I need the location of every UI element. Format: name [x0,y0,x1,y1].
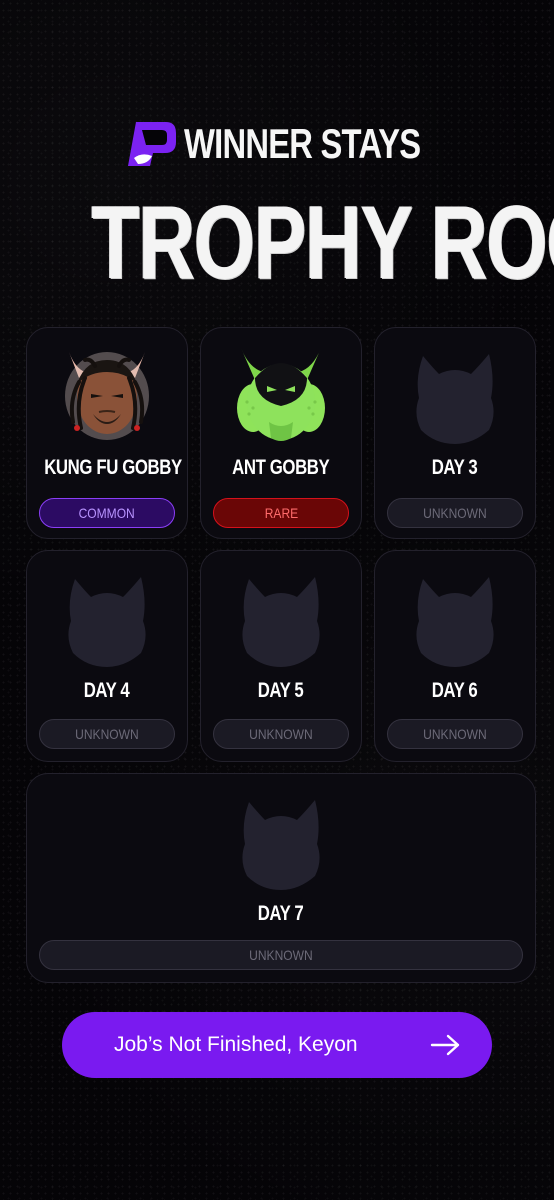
trophy-card[interactable]: DAY 7 UNKNOWN [26,773,536,983]
trophy-name: DAY 6 [432,679,478,702]
trophy-name: DAY 7 [258,902,304,925]
rarity-badge: UNKNOWN [39,719,175,749]
page-title: TROPHY ROOM [91,185,554,301]
rarity-badge: UNKNOWN [387,719,523,749]
p-logo-icon [128,122,177,166]
trophy-room-screen: WINNER STAYS TROPHY ROOM KUNG FU GOBBY CO… [0,0,554,1200]
brand-header: WINNER STAYS [0,116,554,172]
trophy-card[interactable]: KUNG FU GOBBY COMMON [26,327,188,539]
trophy-name: ANT GOBBY [232,456,330,479]
trophy-name: KUNG FU GOBBY [44,456,182,479]
rarity-badge: RARE [213,498,349,528]
brand-name: WINNER STAYS [184,120,421,167]
locked-silhouette-icon [403,338,507,450]
trophy-card[interactable]: DAY 6 UNKNOWN [374,550,536,762]
cta-label: Job’s Not Finished, Keyon [114,1033,358,1056]
locked-silhouette-icon [229,784,333,896]
locked-silhouette-icon [55,561,159,673]
locked-silhouette-icon [229,561,333,673]
locked-silhouette-icon [403,561,507,673]
trophy-name: DAY 5 [258,679,304,702]
trophy-name: DAY 3 [432,456,478,479]
trophy-card[interactable]: ANT GOBBY RARE [200,327,362,539]
arrow-right-icon [430,1034,460,1056]
rarity-badge: UNKNOWN [39,940,523,970]
trophy-card[interactable]: DAY 5 UNKNOWN [200,550,362,762]
jobs-not-finished-button[interactable]: Job’s Not Finished, Keyon [62,1012,492,1078]
rarity-badge: UNKNOWN [213,719,349,749]
kung-fu-gobby-avatar [55,338,159,450]
rarity-badge: UNKNOWN [387,498,523,528]
trophy-card[interactable]: DAY 4 UNKNOWN [26,550,188,762]
ant-gobby-avatar [229,338,333,450]
trophy-name: DAY 4 [84,679,130,702]
rarity-badge: COMMON [39,498,175,528]
trophy-card[interactable]: DAY 3 UNKNOWN [374,327,536,539]
